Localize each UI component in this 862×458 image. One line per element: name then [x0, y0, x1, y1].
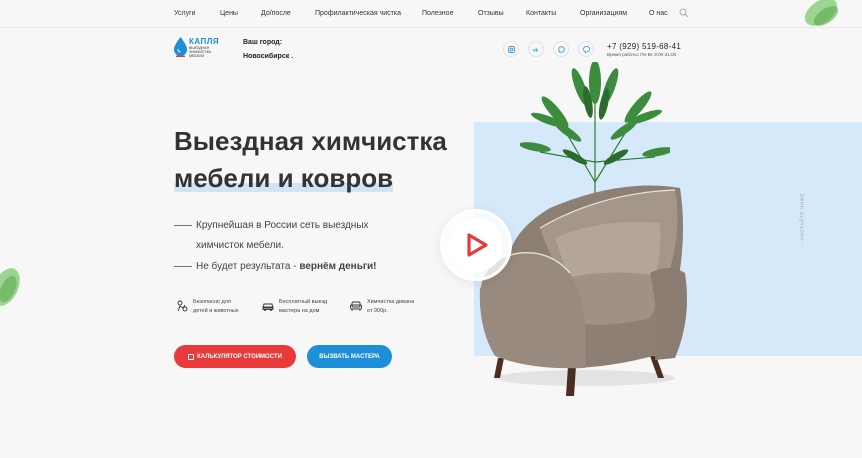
child-pet-safe-icon — [177, 300, 188, 312]
nav-item-prices[interactable]: Цены — [220, 10, 238, 17]
nav-item-organizations[interactable]: Организациям — [580, 10, 627, 17]
lead-line2: химчисток мебели. — [196, 240, 284, 251]
city-selector[interactable]: Новосибирск . — [243, 53, 293, 60]
dash-decoration — [174, 224, 192, 226]
instagram-icon[interactable] — [503, 41, 519, 57]
dash-decoration — [174, 265, 192, 267]
nav-item-contacts[interactable]: Контакты — [526, 10, 556, 17]
drop-logo-icon — [174, 37, 187, 57]
video-play-button[interactable] — [440, 209, 512, 281]
logo-subtitle: ВЫЕЗДНАЯ ХИМЧИСТКА МЕБЕЛИ — [189, 46, 212, 58]
hero-title: Выездная химчистка мебели и ковров — [174, 123, 447, 197]
scroll-hint[interactable]: ← ЛИСТАЙТЕ НИЖЕ — [796, 185, 808, 255]
search-icon[interactable] — [679, 8, 689, 18]
logo-brand: КАПЛЯ — [189, 37, 220, 46]
calculator-button[interactable]: КАЛЬКУЛЯТОР СТОИМОСТИ — [174, 345, 296, 368]
armchair-image — [479, 185, 688, 396]
lead-line1: Крупнейшая в России сеть выездных — [174, 220, 369, 231]
call-master-button-label: ВЫЗВАТЬ МАСТЕРА — [319, 353, 380, 360]
hero-title-line1: Выездная химчистка — [174, 126, 447, 156]
working-hours: Время работы: Пн-Вс 9:00-21:00 — [607, 52, 677, 57]
phone-number[interactable]: +7 (929) 519-68-41 — [607, 42, 681, 51]
whatsapp-icon[interactable] — [553, 41, 569, 57]
nav-item-useful[interactable]: Полезное — [422, 10, 453, 17]
calculator-button-label: КАЛЬКУЛЯТОР СТОИМОСТИ — [197, 353, 282, 360]
viber-icon[interactable] — [578, 41, 594, 57]
leaf-decoration-icon — [0, 268, 20, 306]
car-icon — [262, 303, 274, 311]
nav-item-before-after[interactable]: До/после — [261, 10, 291, 17]
hero-title-line2: мебели и ковров — [174, 160, 394, 197]
city-label: Ваш город: — [243, 39, 283, 46]
logo[interactable]: КАПЛЯ ВЫЕЗДНАЯ ХИМЧИСТКА МЕБЕЛИ — [174, 36, 228, 62]
top-navigation: Услуги Цены До/после Профилактическая чи… — [0, 0, 862, 28]
svg-text:vk: vk — [533, 47, 539, 52]
guarantee-line: Не будет результата - вернём деньги! — [174, 261, 377, 272]
call-master-button[interactable]: ВЫЗВАТЬ МАСТЕРА — [307, 345, 392, 368]
nav-item-about[interactable]: О нас — [649, 10, 668, 17]
sofa-icon — [350, 301, 362, 311]
nav-item-services[interactable]: Услуги — [174, 10, 196, 17]
vk-icon[interactable]: vk — [528, 41, 544, 57]
play-icon — [467, 233, 488, 257]
nav-item-reviews[interactable]: Отзывы — [478, 10, 504, 17]
leaf-decoration-icon — [804, 0, 839, 26]
calculator-icon — [188, 353, 195, 360]
nav-item-preventive-cleaning[interactable]: Профилактическая чистка — [315, 10, 401, 17]
